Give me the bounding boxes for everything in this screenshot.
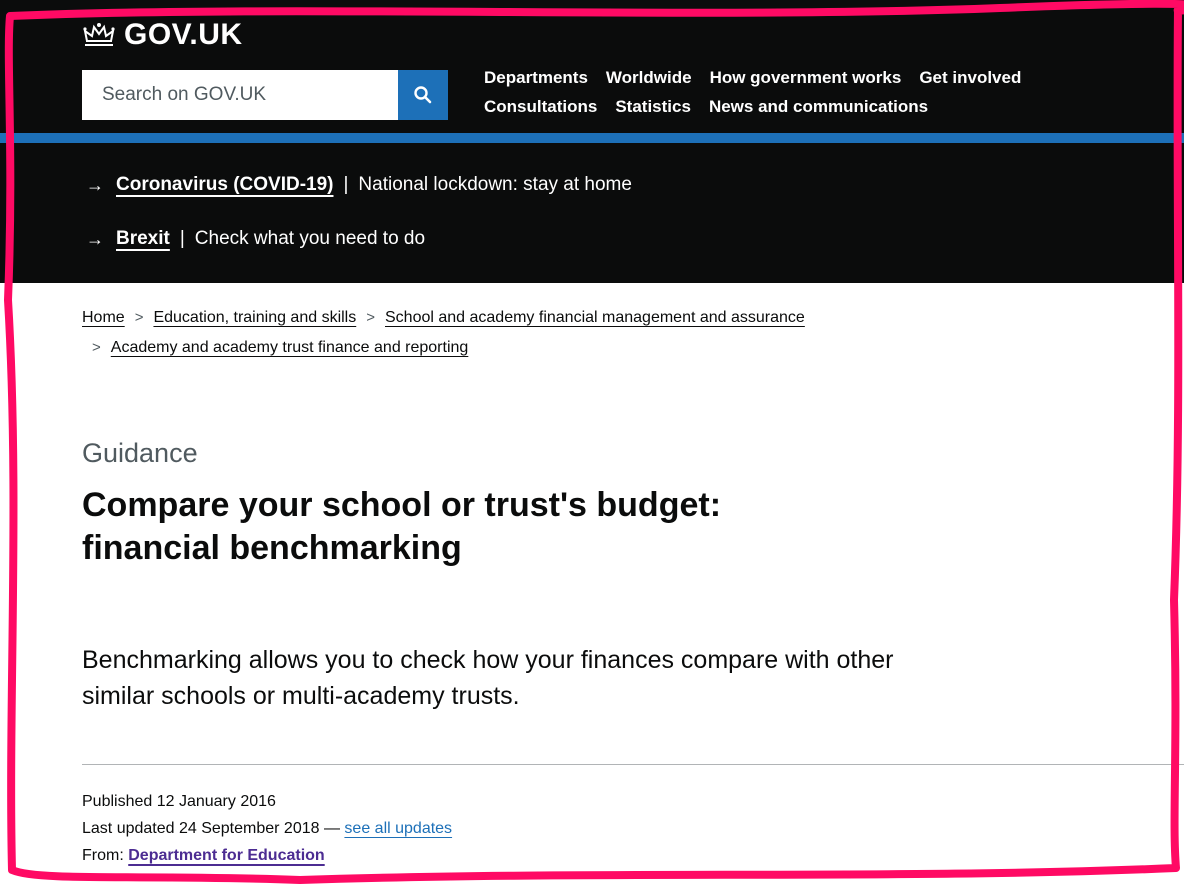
site-header: GOV.UK Departments Worldwide How governm… bbox=[0, 0, 1184, 283]
brexit-link[interactable]: Brexit bbox=[116, 228, 170, 250]
chevron-right-icon: > bbox=[134, 309, 144, 326]
last-updated-text: Last updated 24 September 2018 — bbox=[82, 820, 340, 837]
from-label: From: bbox=[82, 847, 124, 864]
search-button[interactable] bbox=[398, 70, 448, 120]
last-updated-row: Last updated 24 September 2018 — see all… bbox=[82, 815, 452, 842]
search-input[interactable] bbox=[82, 70, 398, 120]
divider bbox=[82, 764, 1184, 765]
breadcrumb-home[interactable]: Home bbox=[82, 303, 125, 333]
main-navigation: Departments Worldwide How government wor… bbox=[484, 66, 1124, 124]
department-link[interactable]: Department for Education bbox=[128, 847, 324, 864]
search-form bbox=[82, 70, 448, 120]
breadcrumb-education[interactable]: Education, training and skills bbox=[153, 303, 356, 333]
breadcrumb: Home > Education, training and skills > … bbox=[82, 303, 1122, 363]
breadcrumb-academy-finance[interactable]: Academy and academy trust finance and re… bbox=[111, 333, 469, 363]
see-all-updates-link[interactable]: see all updates bbox=[344, 820, 452, 837]
breadcrumb-school-finance[interactable]: School and academy financial management … bbox=[385, 303, 805, 333]
page-title: Compare your school or trust's budget: f… bbox=[82, 486, 722, 567]
arrow-right-icon: → bbox=[86, 228, 104, 249]
nav-news-and-communications[interactable]: News and communications bbox=[709, 95, 928, 118]
nav-consultations[interactable]: Consultations bbox=[484, 95, 597, 118]
nav-statistics[interactable]: Statistics bbox=[615, 95, 691, 118]
nav-worldwide[interactable]: Worldwide bbox=[606, 66, 692, 89]
nav-how-government-works[interactable]: How government works bbox=[710, 66, 902, 89]
page-caption: Guidance bbox=[82, 438, 198, 468]
chevron-right-icon: > bbox=[92, 339, 101, 356]
chevron-right-icon: > bbox=[366, 309, 375, 326]
coronavirus-link[interactable]: Coronavirus (COVID-19) bbox=[116, 174, 333, 196]
nav-departments[interactable]: Departments bbox=[484, 66, 588, 89]
page-lead: Benchmarking allows you to check how you… bbox=[82, 646, 894, 710]
notice-coronavirus: → Coronavirus (COVID-19) | National lock… bbox=[86, 174, 632, 196]
header-blue-bar bbox=[0, 133, 1184, 143]
notice-separator: | bbox=[179, 228, 185, 249]
logo-text: GOV.UK bbox=[124, 18, 243, 51]
notice-brexit: → Brexit | Check what you need to do bbox=[86, 228, 425, 250]
metadata: Published 12 January 2016 Last updated 2… bbox=[82, 788, 452, 869]
crown-icon bbox=[83, 23, 115, 46]
notice-text: National lockdown: stay at home bbox=[358, 174, 632, 195]
nav-get-involved[interactable]: Get involved bbox=[919, 66, 1021, 89]
search-icon bbox=[414, 86, 432, 104]
notice-separator: | bbox=[343, 174, 349, 195]
notice-text: Check what you need to do bbox=[194, 228, 426, 249]
arrow-right-icon: → bbox=[86, 174, 104, 195]
govuk-logo-link[interactable]: GOV.UK bbox=[82, 18, 243, 52]
from-row: From: Department for Education bbox=[82, 842, 452, 869]
published-date: Published 12 January 2016 bbox=[82, 793, 276, 810]
